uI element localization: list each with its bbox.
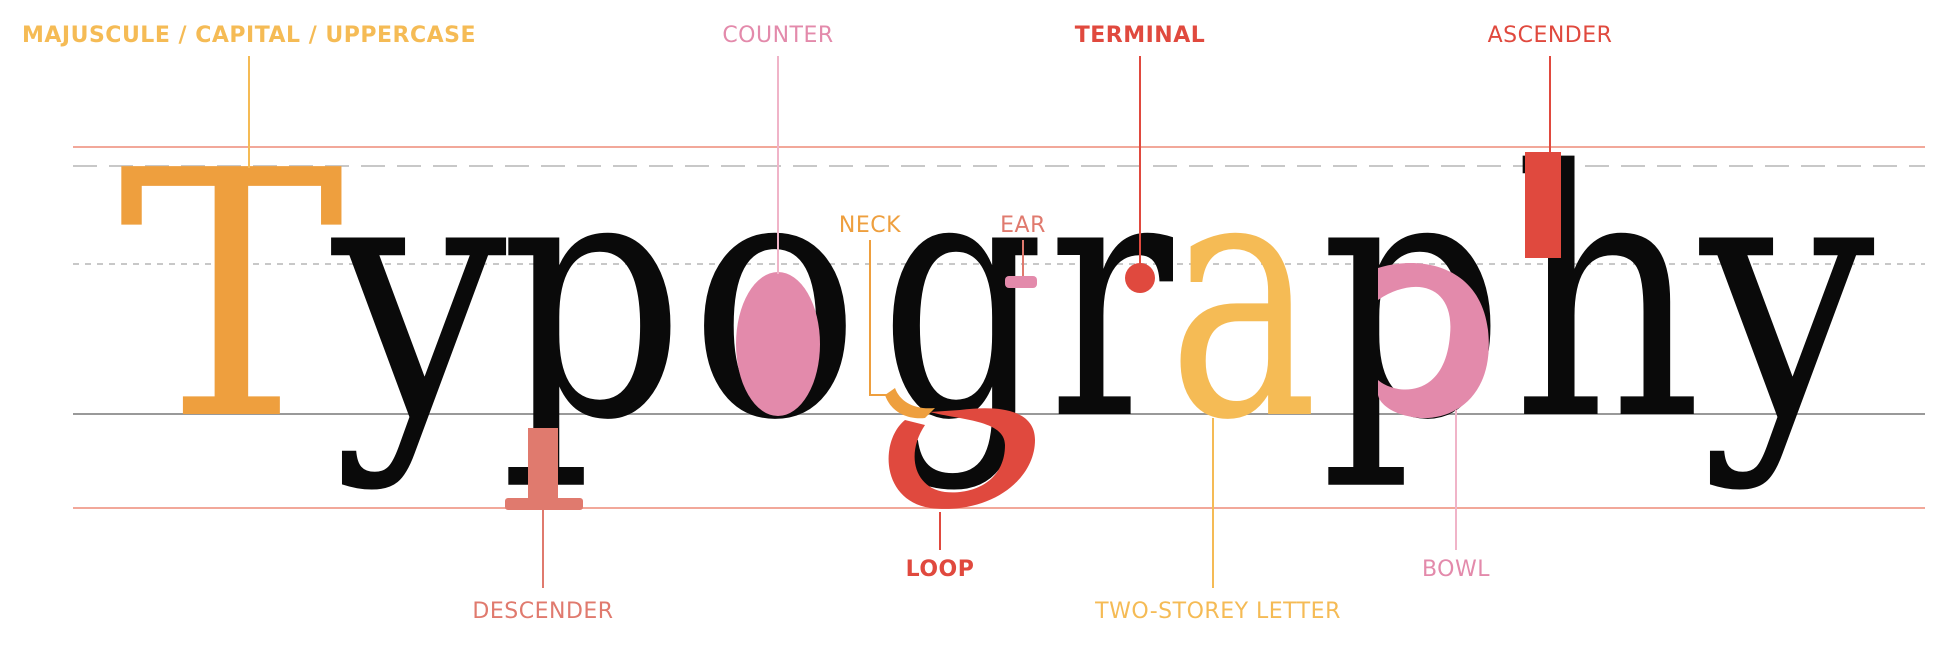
word-typography: T y p o g r a p h y (118, 99, 1875, 495)
label-ascender: ASCENDER (1488, 23, 1613, 48)
label-two-storey: TWO-STOREY LETTER (1094, 599, 1341, 624)
letter-r: r (1048, 99, 1175, 495)
label-loop: LOOP (906, 557, 975, 582)
label-counter: COUNTER (722, 23, 833, 48)
letter-y-1: y (327, 99, 507, 495)
ascender-highlight (1525, 152, 1561, 258)
label-descender: DESCENDER (472, 599, 613, 624)
descender-highlight (528, 428, 558, 508)
label-terminal: TERMINAL (1075, 23, 1206, 48)
letter-T-majuscule: T (118, 99, 346, 495)
ear-highlight (1005, 276, 1037, 288)
descender-serif-highlight (505, 498, 583, 510)
counter-highlight (736, 272, 820, 416)
letter-y-2: y (1695, 99, 1875, 495)
letter-p-1: p (500, 99, 685, 495)
label-ear: EAR (1000, 213, 1046, 238)
typography-anatomy-diagram: T y p o g r a p h y MAJUSCULE / CAP (22, 23, 1925, 624)
label-majuscule: MAJUSCULE / CAPITAL / UPPERCASE (22, 23, 476, 48)
terminal-highlight (1125, 263, 1155, 293)
letter-a-two-storey: a (1168, 99, 1318, 495)
label-neck: NECK (839, 213, 901, 238)
label-bowl: BOWL (1422, 557, 1490, 582)
